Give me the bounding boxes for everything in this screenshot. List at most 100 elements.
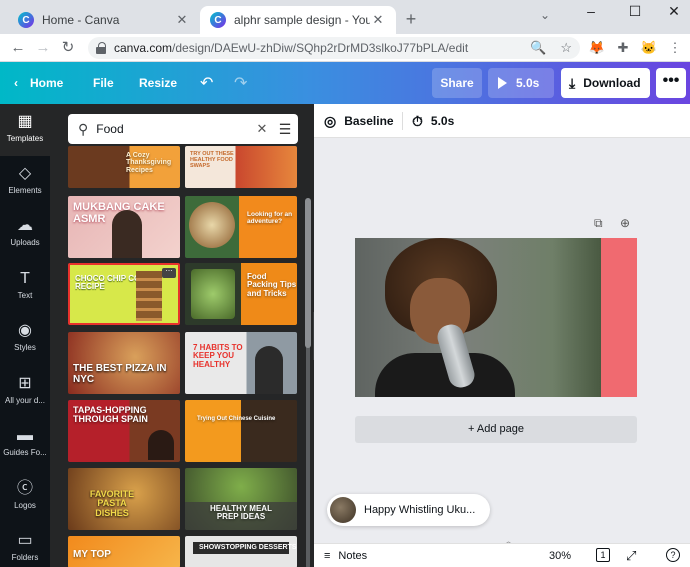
template-photo — [189, 202, 235, 248]
extensions-puzzle-icon[interactable]: ✚ — [614, 39, 632, 57]
url-text[interactable]: canva.com/design/DAEwU-zhDiw/SQhp2rDrMD3… — [114, 41, 468, 55]
browser-tab-home[interactable]: C Home - Canva ✕ — [8, 6, 200, 34]
minimize-window-icon[interactable]: – — [573, 0, 609, 24]
template-card[interactable]: Trying Out Chinese Cuisine — [185, 400, 297, 462]
omnibox[interactable]: canva.com/design/DAEwU-zhDiw/SQhp2rDrMD3… — [88, 37, 580, 59]
rail-item-uploads[interactable]: ☁ Uploads — [0, 208, 50, 260]
template-card[interactable]: THE BEST PIZZA IN NYC — [68, 332, 180, 394]
template-card[interactable]: FAVORITE PASTA DISHES — [68, 468, 180, 530]
resize-button[interactable]: Resize — [139, 62, 177, 104]
uploads-icon: ☁ — [17, 217, 33, 234]
notes-icon: ≡ — [324, 550, 331, 562]
rail-item-elements[interactable]: ◇ Elements — [0, 156, 50, 208]
tab-title: alphr sample design - YouTube T — [234, 13, 370, 27]
new-tab-button[interactable]: + — [400, 8, 422, 30]
rail-item-logos[interactable]: ⓒ Logos — [0, 471, 50, 523]
home-button[interactable]: ‹ Home — [14, 62, 63, 104]
template-photo — [136, 271, 162, 321]
template-card[interactable]: Food Packing Tips and Tricks — [185, 263, 297, 325]
styles-icon: ◉ — [18, 322, 32, 339]
rail-item-folders[interactable]: ▭ Folders — [0, 523, 50, 567]
baseline-button[interactable]: ◎ Baseline — [324, 104, 394, 138]
editor-toolbar: ◎ Baseline ⏱ 5.0s — [314, 104, 690, 138]
reload-icon[interactable]: ↻ — [58, 38, 78, 58]
fullscreen-icon[interactable]: ⤢ — [626, 544, 636, 567]
zoom-level[interactable]: 30% — [549, 544, 571, 567]
rail-item-templates[interactable]: ▦ Templates — [0, 104, 50, 156]
template-search-input[interactable]: ⚲ Food ✕ ☰ — [68, 114, 298, 144]
template-card[interactable]: 7 HABITS TO KEEP YOU HEALTHY — [185, 332, 297, 394]
editor-header: ‹ Home File Resize ↶ ↷ Share 5.0s ⤓ Downl… — [0, 62, 690, 104]
panel-scrollbar-thumb[interactable] — [305, 198, 311, 348]
download-icon: ⤓ — [569, 74, 576, 91]
bookmark-star-icon[interactable]: ☆ — [560, 40, 572, 56]
present-button[interactable]: 5.0s — [488, 68, 554, 98]
canva-favicon-icon: C — [210, 12, 226, 28]
tab-search-icon[interactable]: ⌄ — [540, 8, 550, 22]
template-card[interactable]: Looking for an adventure? — [185, 196, 297, 258]
side-rail: ▦ Templates ◇ Elements ☁ Uploads T Text … — [0, 104, 50, 567]
zoom-icon[interactable]: 🔍 — [530, 40, 546, 56]
rail-item-all-designs[interactable]: ⊞ All your d... — [0, 366, 50, 418]
profile-avatar-icon[interactable]: 🐱 — [640, 39, 658, 57]
more-options-button[interactable]: ••• — [656, 68, 686, 98]
guides-icon: ▬ — [17, 427, 33, 444]
canva-favicon-icon: C — [18, 12, 34, 28]
toolbar-divider — [402, 112, 403, 130]
template-photo — [112, 210, 142, 258]
timing-button[interactable]: ⏱ 5.0s — [412, 104, 454, 138]
maximize-window-icon[interactable]: ☐ — [617, 0, 653, 24]
clear-search-icon[interactable]: ✕ — [252, 121, 272, 137]
address-bar-row: ← → ↻ canva.com/design/DAEwU-zhDiw/SQhp2… — [0, 34, 690, 62]
template-card[interactable]: SHOWSTOPPING DESSERTS — [185, 536, 297, 567]
template-card-selected[interactable]: CHOCO CHIP COOKIE RECIPE ⋯ — [68, 263, 180, 325]
tab-title: Home - Canva — [42, 13, 120, 27]
redo-icon[interactable]: ↷ — [234, 73, 247, 93]
card-more-icon[interactable]: ⋯ — [162, 268, 176, 278]
lock-icon[interactable] — [96, 42, 106, 54]
template-photo — [255, 346, 283, 394]
page-count-button[interactable]: 1 — [596, 548, 610, 562]
design-canvas[interactable] — [355, 238, 637, 397]
play-icon — [498, 77, 507, 89]
close-tab-icon[interactable]: ✕ — [370, 12, 386, 28]
template-card[interactable]: MY TOP — [68, 536, 180, 567]
template-card[interactable]: HEALTHY MEAL PREP IDEAS — [185, 468, 297, 530]
audio-thumbnail — [330, 497, 356, 523]
file-menu-button[interactable]: File — [93, 62, 114, 104]
share-button[interactable]: Share — [432, 68, 482, 98]
animate-icon: ◎ — [324, 113, 337, 129]
audio-track-chip[interactable]: Happy Whistling Uku... — [327, 494, 490, 526]
undo-icon[interactable]: ↶ — [200, 73, 213, 93]
chevron-left-icon: ‹ — [14, 76, 18, 90]
template-card[interactable]: TRY OUT THESE HEALTHY FOOD SWAPS — [185, 146, 297, 188]
text-icon: T — [20, 270, 30, 287]
notes-button[interactable]: ≡ Notes — [324, 544, 367, 567]
add-page-button[interactable]: + Add page — [355, 416, 637, 443]
logos-icon: ⓒ — [16, 480, 33, 497]
browser-menu-icon[interactable]: ⋮ — [666, 39, 684, 57]
browser-tab-design[interactable]: C alphr sample design - YouTube T ✕ — [200, 6, 396, 34]
help-icon[interactable]: ? — [666, 548, 680, 562]
template-card[interactable]: MUKBANG CAKE ASMR — [68, 196, 180, 258]
all-designs-icon: ⊞ — [18, 375, 32, 392]
back-icon[interactable]: ← — [8, 38, 28, 58]
forward-icon[interactable]: → — [33, 38, 53, 58]
close-window-icon[interactable]: ✕ — [656, 0, 690, 24]
editor-bottom-bar: ≡ Notes 30% 1 ⤢ ? — [314, 543, 690, 567]
filter-icon[interactable]: ☰ — [272, 121, 298, 138]
download-button[interactable]: ⤓ Download — [561, 68, 650, 98]
add-page-icon[interactable]: ⊕ — [620, 216, 630, 230]
search-value[interactable]: Food — [96, 122, 252, 136]
close-tab-icon[interactable]: ✕ — [174, 12, 190, 28]
rail-item-styles[interactable]: ◉ Styles — [0, 313, 50, 365]
duplicate-page-icon[interactable]: ⧉ — [594, 216, 603, 231]
folders-icon: ▭ — [17, 532, 33, 549]
metamask-extension-icon[interactable]: 🦊 — [588, 39, 606, 57]
template-card[interactable]: TAPAS-HOPPING THROUGH SPAIN — [68, 400, 180, 462]
rail-item-text[interactable]: T Text — [0, 261, 50, 313]
rail-item-guides[interactable]: ▬ Guides Fo... — [0, 418, 50, 470]
template-card[interactable]: A Cozy Thanksgiving Recipes — [68, 146, 180, 188]
elements-icon: ◇ — [18, 165, 32, 182]
pink-panel-shape — [601, 238, 637, 397]
